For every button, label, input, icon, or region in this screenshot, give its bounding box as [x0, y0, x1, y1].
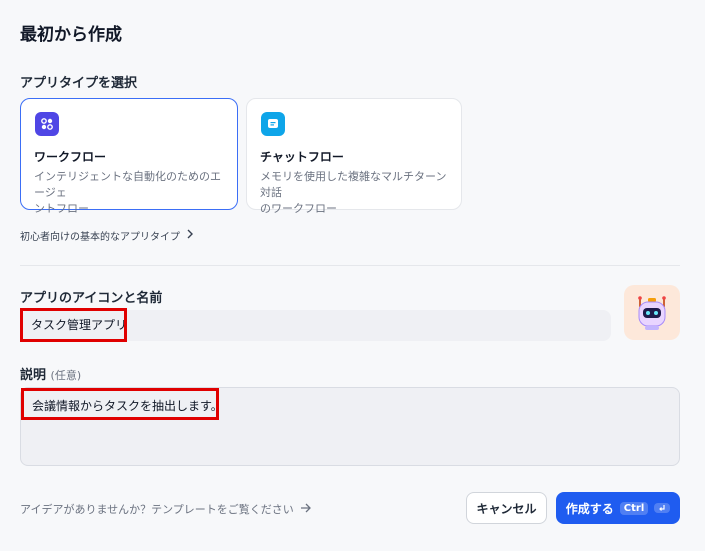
- enter-key-icon: [654, 503, 671, 513]
- app-name-label: アプリのアイコンと名前: [20, 291, 163, 306]
- description-label: 説明 (任意): [20, 368, 82, 383]
- description-textarea[interactable]: 会議情報からタスクを抽出します。: [20, 387, 680, 466]
- optional-hint: (任意): [50, 369, 82, 382]
- chatflow-icon: [261, 112, 285, 136]
- app-type-workflow-card[interactable]: ワークフロー インテリジェントな自動化のためのエージェ ントフロー: [20, 98, 238, 215]
- create-button[interactable]: 作成する Ctrl: [556, 492, 680, 524]
- arrow-right-icon: [300, 503, 312, 516]
- workflow-description: インテリジェントな自動化のためのエージェ ントフロー: [34, 170, 221, 215]
- cancel-button[interactable]: キャンセル: [466, 492, 547, 524]
- app-icon-picker[interactable]: [624, 285, 680, 340]
- workflow-icon: [35, 112, 59, 136]
- template-link[interactable]: アイデアがありませんか？テンプレートをご覧ください: [20, 501, 312, 517]
- divider: [20, 265, 680, 266]
- chatflow-description: メモリを使用した複雑なマルチターン対話 のワークフロー: [260, 170, 447, 215]
- chatflow-title: チャットフロー: [260, 150, 344, 164]
- page-title: 最初から作成: [20, 25, 122, 45]
- app-name-input[interactable]: タスク管理アプリ: [20, 310, 611, 341]
- shortcut-hint: Ctrl: [619, 501, 649, 515]
- chevron-right-icon: [186, 229, 194, 242]
- robot-icon: [638, 295, 666, 330]
- app-type-label: アプリタイプを選択: [20, 76, 138, 91]
- basic-app-types-link[interactable]: 初心者向けの基本的なアプリタイプ: [20, 228, 194, 243]
- app-type-chatflow-card[interactable]: チャットフロー メモリを使用した複雑なマルチターン対話 のワークフロー: [246, 98, 462, 215]
- workflow-title: ワークフロー: [34, 150, 107, 164]
